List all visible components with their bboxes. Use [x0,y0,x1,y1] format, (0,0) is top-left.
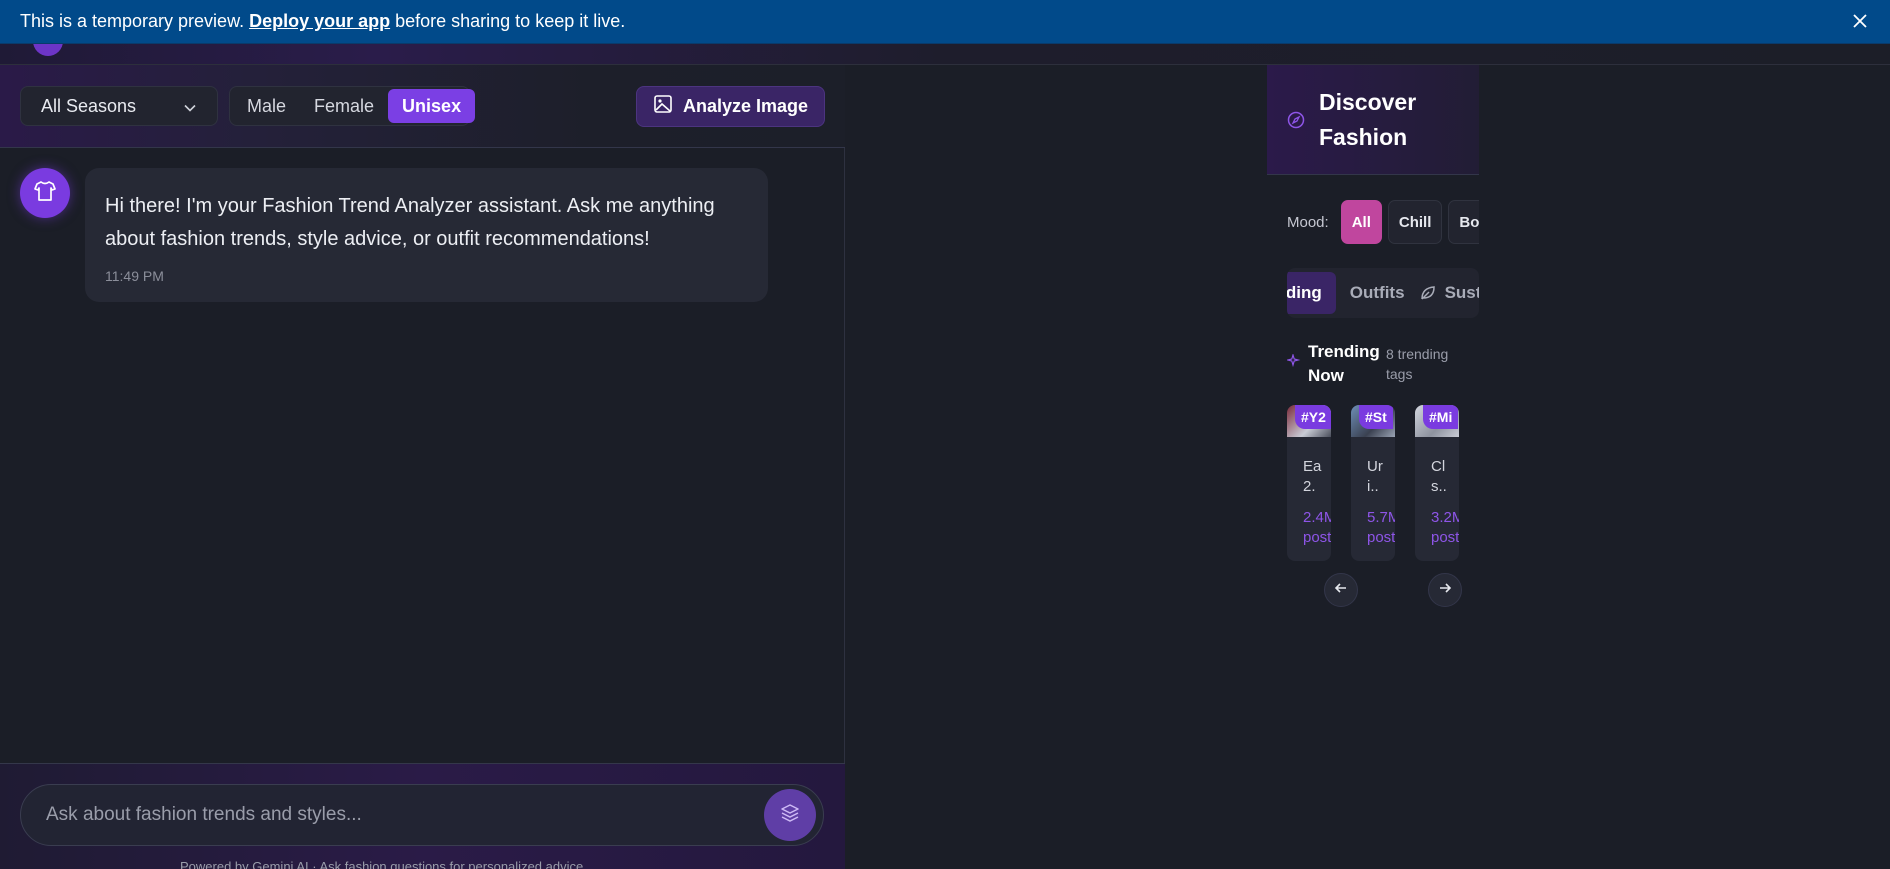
analyze-image-label: Analyze Image [682,96,809,116]
chat-toolbar: All Seasons Male Female Unisex Analyze I… [0,65,845,148]
chevron-down-icon [183,99,197,120]
carousel-nav [1324,573,1462,607]
close-icon[interactable] [1848,9,1872,33]
chat-input-area: Ask about fashion trends and styles... P… [0,763,845,869]
tab-sustainable[interactable]: Sust [1419,272,1479,314]
chat-input[interactable]: Ask about fashion trends and styles... [20,784,824,846]
trend-cards: #Y2 Ea 2. 2.4M post #St Ur i.. 5.7M post #Mi… [1287,405,1459,561]
chat-input-placeholder: Ask about fashion trends and styles... [46,804,362,825]
trend-card-desc-line2: i.. [1367,478,1379,495]
trend-card-tag: #St [1359,405,1393,429]
message-row: Hi there! I'm your Fashion Trend Analyze… [20,168,768,302]
tab-sustainable-label: Sust [1444,283,1479,302]
powered-by-footer: Powered by Gemini AI · Ask fashion quest… [180,859,584,869]
shirt-icon [33,179,57,208]
tab-outfits[interactable]: Outfits [1336,272,1419,314]
trend-card-desc: Cl s.. [1431,457,1447,497]
trend-card-desc-line2: 2. [1303,478,1316,495]
trend-card-desc-line1: Ur [1367,458,1383,475]
arrow-right-icon [1437,580,1453,601]
trend-card-desc-line1: Cl [1431,458,1446,475]
carousel-next-button[interactable] [1428,573,1462,607]
compass-icon [1287,111,1305,134]
discover-header: Discover Fashion [1267,65,1479,175]
trend-card[interactable]: #Mi Cl s.. 3.2M post [1415,405,1459,561]
tab-trending-label: Trending [1287,283,1322,302]
mood-filter: Mood: All Chill Bo [1287,200,1479,244]
trend-card[interactable]: #St Ur i.. 5.7M post [1351,405,1395,561]
trend-card-posts-line1: 3.2M [1431,509,1459,526]
banner-text-after: before sharing to keep it live. [395,11,626,31]
discover-title: Discover Fashion [1319,89,1417,150]
preview-banner: This is a temporary preview. Deploy your… [0,0,1890,44]
gender-unisex-button[interactable]: Unisex [388,89,476,123]
trend-card-posts-line2: post [1431,529,1459,546]
carousel-prev-button[interactable] [1324,573,1358,607]
trend-card-posts-line2: post [1303,529,1331,546]
season-select[interactable]: All Seasons [20,86,218,126]
image-icon [653,94,673,119]
layers-icon [779,802,801,829]
assistant-avatar [20,168,70,218]
message-text: Hi there! I'm your Fashion Trend Analyze… [105,195,715,250]
trend-card-posts: 2.4M post [1303,508,1331,548]
mood-chill-button[interactable]: Chill [1387,200,1443,244]
gender-male-button[interactable]: Male [233,89,300,123]
analyze-image-button[interactable]: Analyze Image [636,86,825,127]
deploy-app-link[interactable]: Deploy your app [249,11,390,32]
trend-card-posts-line1: 5.7M [1367,509,1395,526]
season-select-value: All Seasons [41,95,137,116]
trend-card-desc: Ur i.. [1367,457,1383,497]
gender-female-button[interactable]: Female [300,89,388,123]
trend-card-posts: 5.7M post [1367,508,1395,548]
trending-count: 8 trending tags [1386,346,1449,382]
mood-label: Mood: [1287,213,1329,231]
app-header-remnant [0,34,1890,65]
trend-card[interactable]: #Y2 Ea 2. 2.4M post [1287,405,1331,561]
discover-panel: Discover Fashion Mood: All Chill Bo Tren… [1267,65,1479,625]
trend-card-desc: Ea 2. [1303,457,1321,497]
trend-card-desc-line2: s.. [1431,478,1447,495]
send-button[interactable] [764,789,816,841]
trend-card-posts: 3.2M post [1431,508,1459,548]
sparkles-icon [1285,352,1301,373]
tab-trending[interactable]: Trending [1287,272,1336,314]
leaf-icon [1419,284,1437,302]
trending-title: Trending Now [1308,342,1380,385]
trend-card-posts-line1: 2.4M [1303,509,1331,526]
trend-card-posts-line2: post [1367,529,1395,546]
gender-toggle-group: Male Female Unisex [229,86,476,126]
message-timestamp: 11:49 PM [105,268,164,284]
trend-card-tag: #Y2 [1295,405,1331,429]
mood-bold-button[interactable]: Bo [1448,200,1479,244]
mood-all-button[interactable]: All [1340,200,1382,244]
banner-text-before: This is a temporary preview. [20,11,245,31]
arrow-left-icon [1333,580,1349,601]
assistant-message-bubble: Hi there! I'm your Fashion Trend Analyze… [85,168,768,302]
chat-panel: All Seasons Male Female Unisex Analyze I… [0,65,845,869]
discover-tabs: Trending Outfits Sust [1287,268,1479,318]
trend-card-desc-line1: Ea [1303,458,1322,475]
trend-card-tag: #Mi [1423,405,1459,429]
